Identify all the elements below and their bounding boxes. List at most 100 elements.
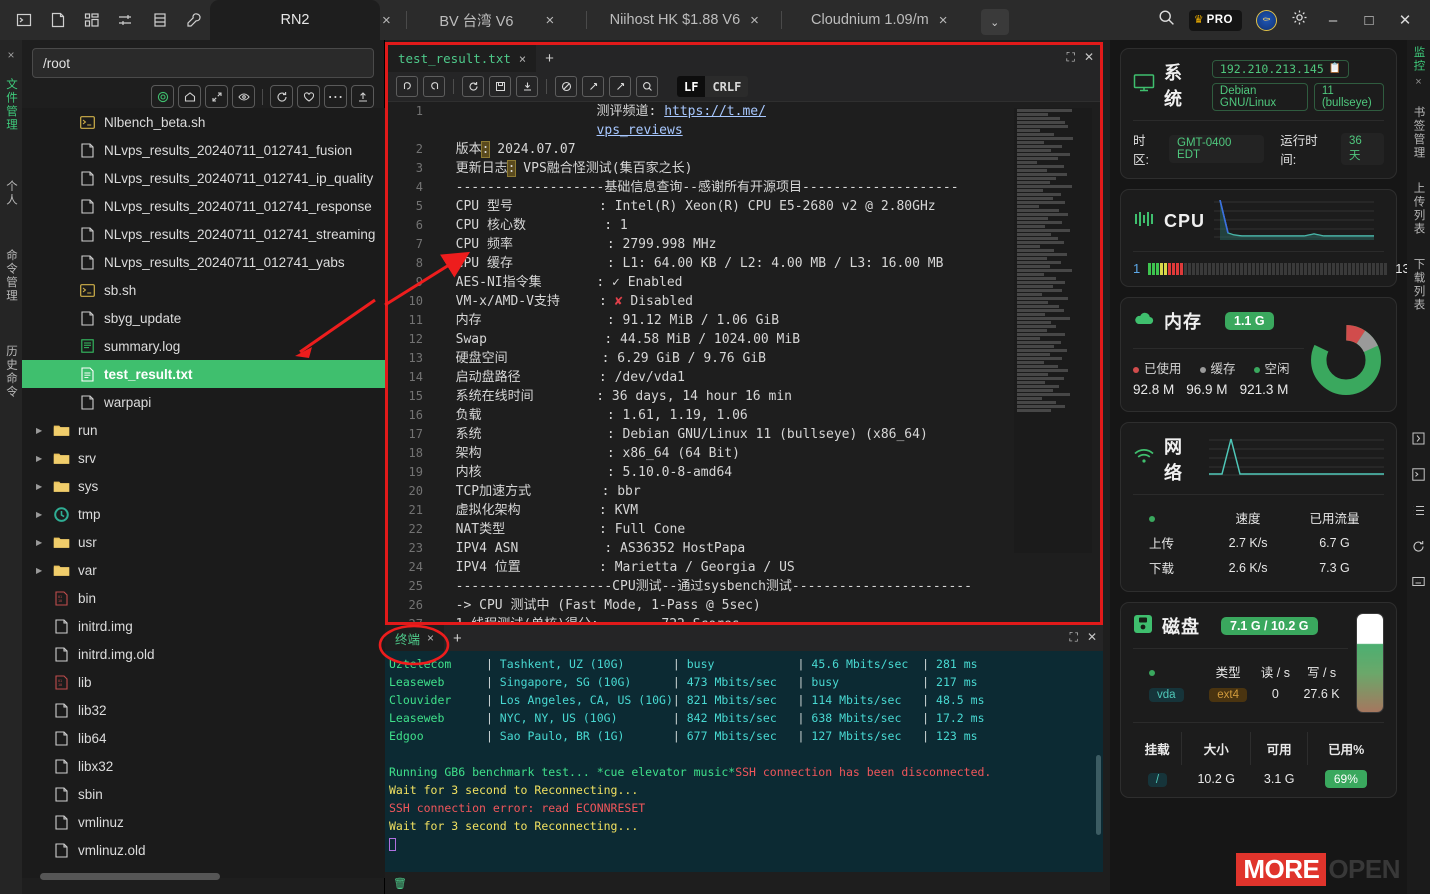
file-row[interactable]: NLvps_results_20240711_012741_fusion: [22, 136, 385, 164]
chevron-right-icon[interactable]: ▶: [36, 482, 50, 491]
close-icon[interactable]: ×: [7, 48, 14, 62]
sidebar-item-command-manager[interactable]: 命令管理: [3, 249, 19, 303]
sidebar-item-file-manager[interactable]: 文件管理: [3, 78, 19, 132]
pro-badge[interactable]: ♛ PRO: [1189, 10, 1242, 31]
file-row[interactable]: ▶var: [22, 556, 385, 584]
grid-icon[interactable]: [82, 10, 102, 30]
tab-overflow-button[interactable]: ⌄: [981, 9, 1009, 35]
file-row[interactable]: NLvps_results_20240711_012741_streaming: [22, 220, 385, 248]
expand-icon[interactable]: [1412, 432, 1425, 448]
home-icon[interactable]: [178, 85, 201, 108]
search-icon[interactable]: [636, 76, 658, 97]
download-icon[interactable]: [516, 76, 538, 97]
undo-icon[interactable]: [396, 76, 418, 97]
close-icon[interactable]: ×: [545, 13, 554, 28]
file-row[interactable]: sbin: [22, 780, 385, 808]
unwrap-icon[interactable]: [609, 76, 631, 97]
close-icon[interactable]: ×: [427, 631, 434, 645]
file-row[interactable]: sbyg_update: [22, 304, 385, 332]
editor-minimap[interactable]: [1014, 108, 1092, 553]
file-row[interactable]: NLvps_results_20240711_012741_yabs: [22, 248, 385, 276]
file-row-selected[interactable]: test_result.txt: [22, 360, 385, 388]
broom-icon[interactable]: 🗑: [393, 877, 407, 890]
terminal-tab[interactable]: 终端 ×: [385, 625, 444, 651]
close-icon[interactable]: ×: [1415, 76, 1421, 88]
maximize-icon[interactable]: ⛶: [1070, 630, 1078, 645]
tab-rn2-close-wrap[interactable]: ×: [380, 0, 407, 40]
minimize-button[interactable]: –: [1322, 12, 1344, 29]
close-icon[interactable]: ×: [519, 52, 526, 66]
file-row[interactable]: lib32: [22, 696, 385, 724]
locate-icon[interactable]: [151, 85, 174, 108]
ip-chip[interactable]: 192.210.213.145 📋: [1212, 60, 1349, 78]
wrap-icon[interactable]: [582, 76, 604, 97]
file-row[interactable]: ▶sys: [22, 472, 385, 500]
horizontal-scrollbar[interactable]: [40, 873, 220, 880]
sidebar-item-history-command[interactable]: 历史命令: [3, 345, 19, 399]
gear-icon[interactable]: [1291, 9, 1308, 31]
file-row[interactable]: ▶tmp: [22, 500, 385, 528]
file-row[interactable]: summary.log: [22, 332, 385, 360]
file-row[interactable]: vmlinuz.old: [22, 836, 385, 864]
maximize-button[interactable]: □: [1358, 12, 1380, 29]
terminal-output[interactable]: Uztelecom | Tashkent, UZ (10G) | busy | …: [385, 651, 1103, 894]
terminal-icon[interactable]: [1412, 468, 1425, 484]
file-row[interactable]: lib64: [22, 724, 385, 752]
chevron-right-icon[interactable]: ▶: [36, 538, 50, 547]
file-row[interactable]: vmlinuz: [22, 808, 385, 836]
file-row[interactable]: 0110bin: [22, 584, 385, 612]
eye-icon[interactable]: [232, 85, 255, 108]
copy-icon[interactable]: 📋: [1329, 63, 1341, 74]
chevron-right-icon[interactable]: ▶: [36, 566, 50, 575]
sidebar-item-personal[interactable]: 个人: [3, 180, 19, 207]
sidebar-item-monitor[interactable]: 监控: [1411, 46, 1427, 73]
close-icon[interactable]: ×: [750, 13, 759, 28]
sliders-icon[interactable]: [116, 10, 136, 30]
tab-niihost-hk[interactable]: Niihost HK $1.88 V6 ×: [587, 0, 782, 40]
file-row[interactable]: initrd.img: [22, 612, 385, 640]
sidebar-item-bookmark-manager[interactable]: 书签管理: [1411, 106, 1427, 160]
close-button[interactable]: ✕: [1394, 11, 1416, 29]
new-terminal-button[interactable]: +: [444, 630, 471, 647]
editor-tab-test-result[interactable]: test_result.txt ×: [388, 45, 536, 72]
tab-cloudnium[interactable]: Cloudnium 1.09/m ×: [782, 0, 977, 40]
tab-rn2[interactable]: RN2: [210, 0, 380, 40]
file-row[interactable]: NLvps_results_20240711_012741_response: [22, 192, 385, 220]
file-row[interactable]: Nlbench_beta.sh: [22, 108, 385, 136]
tab-bv-taiwan-v6[interactable]: BV 台湾 V6 ×: [407, 0, 587, 40]
heart-icon[interactable]: [297, 85, 320, 108]
list-icon[interactable]: [1412, 504, 1425, 520]
file-row[interactable]: initrd.img.old: [22, 640, 385, 668]
chevron-right-icon[interactable]: ▶: [36, 426, 50, 435]
file-row[interactable]: ▶usr: [22, 528, 385, 556]
collapse-icon[interactable]: [205, 85, 228, 108]
refresh-icon[interactable]: [1412, 540, 1425, 556]
chevron-right-icon[interactable]: ▶: [36, 454, 50, 463]
refresh-icon[interactable]: [270, 85, 293, 108]
chevron-right-icon[interactable]: ▶: [36, 510, 50, 519]
more-icon[interactable]: ⋯: [324, 85, 347, 108]
close-icon[interactable]: ×: [382, 13, 391, 28]
file-row[interactable]: ▶srv: [22, 444, 385, 472]
server-icon[interactable]: [150, 10, 170, 30]
noedit-icon[interactable]: [555, 76, 577, 97]
file-row[interactable]: ▶run: [22, 416, 385, 444]
close-icon[interactable]: ✕: [1084, 50, 1094, 65]
line-ending-toggle[interactable]: LF CRLF: [677, 76, 748, 97]
eol-lf-option[interactable]: LF: [677, 76, 705, 97]
file-tree[interactable]: Nlbench_beta.shNLvps_results_20240711_01…: [22, 108, 385, 878]
close-icon[interactable]: ×: [939, 13, 948, 28]
sidebar-item-download-list[interactable]: 下载列表: [1411, 258, 1427, 312]
editor-content[interactable]: 1 测评频道: https://t.me/ vps_reviews2 版本: 2…: [388, 102, 1100, 622]
terminal-icon[interactable]: [14, 10, 34, 30]
redo-icon[interactable]: [423, 76, 445, 97]
reload-icon[interactable]: [462, 76, 484, 97]
file-row[interactable]: libx32: [22, 752, 385, 780]
eol-crlf-option[interactable]: CRLF: [705, 76, 748, 97]
upload-icon[interactable]: [351, 85, 374, 108]
wrench-icon[interactable]: [184, 10, 204, 30]
path-input[interactable]: /root: [32, 48, 374, 78]
save-icon[interactable]: [489, 76, 511, 97]
file-icon[interactable]: [48, 10, 68, 30]
close-icon[interactable]: ✕: [1087, 630, 1097, 645]
